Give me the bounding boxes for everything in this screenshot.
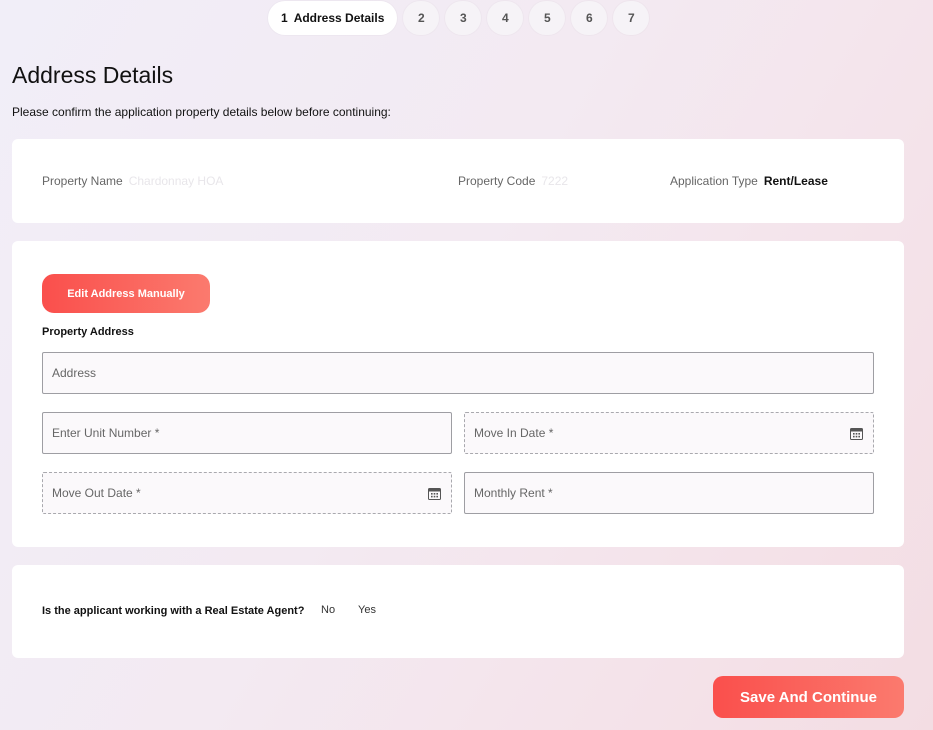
application-type-label: Application Type <box>670 174 758 188</box>
step-5[interactable]: 5 <box>529 1 566 35</box>
address-input[interactable]: Address <box>42 352 874 394</box>
agent-question: Is the applicant working with a Real Est… <box>42 605 305 617</box>
application-type-value: Rent/Lease <box>763 174 828 188</box>
calendar-icon[interactable] <box>428 487 441 500</box>
monthly-rent-placeholder: Monthly Rent * <box>474 486 553 500</box>
monthly-rent-input[interactable]: Monthly Rent * <box>464 472 874 514</box>
step-6[interactable]: 6 <box>571 1 608 35</box>
move-in-date-placeholder: Move In Date * <box>474 426 554 440</box>
step-7[interactable]: 7 <box>613 1 650 35</box>
address-placeholder: Address <box>52 366 97 380</box>
move-out-date-placeholder: Move Out Date * <box>52 486 141 500</box>
page-subtitle: Please confirm the application property … <box>12 105 391 119</box>
calendar-icon[interactable] <box>850 427 863 440</box>
agent-question-card: Is the applicant working with a Real Est… <box>12 565 904 658</box>
property-name-label: Property Name <box>42 174 123 188</box>
address-form-card: Edit Address Manually Property Address A… <box>12 241 904 547</box>
save-and-continue-button[interactable]: Save And Continue <box>713 676 904 718</box>
property-name: Property Name Chardonnay HOA <box>42 174 223 188</box>
edit-address-manually-button[interactable]: Edit Address Manually <box>42 274 210 313</box>
step-number: 1 <box>281 11 288 25</box>
step-progress: 1 Address Details 2 3 4 5 6 7 <box>268 1 650 35</box>
property-summary-card: Property Name Chardonnay HOA Property Co… <box>12 139 904 223</box>
step-1-address-details[interactable]: 1 Address Details <box>268 1 398 35</box>
property-name-value: Chardonnay HOA <box>128 174 224 188</box>
unit-number-placeholder: Enter Unit Number * <box>52 426 160 440</box>
page-title: Address Details <box>12 62 174 88</box>
move-out-date-input[interactable]: Move Out Date * <box>42 472 452 514</box>
unit-number-input[interactable]: Enter Unit Number * <box>42 412 452 454</box>
property-code-value: 7222 <box>541 174 569 188</box>
step-3[interactable]: 3 <box>445 1 482 35</box>
step-4[interactable]: 4 <box>487 1 524 35</box>
move-in-date-input[interactable]: Move In Date * <box>464 412 874 454</box>
application-type: Application Type Rent/Lease <box>670 174 828 188</box>
property-code: Property Code 7222 <box>458 174 568 188</box>
step-2[interactable]: 2 <box>403 1 440 35</box>
property-code-label: Property Code <box>458 174 536 188</box>
agent-option-no[interactable]: No <box>321 604 335 616</box>
step-label: Address Details <box>293 11 385 25</box>
agent-option-yes[interactable]: Yes <box>358 604 376 616</box>
property-address-label: Property Address <box>42 326 134 338</box>
